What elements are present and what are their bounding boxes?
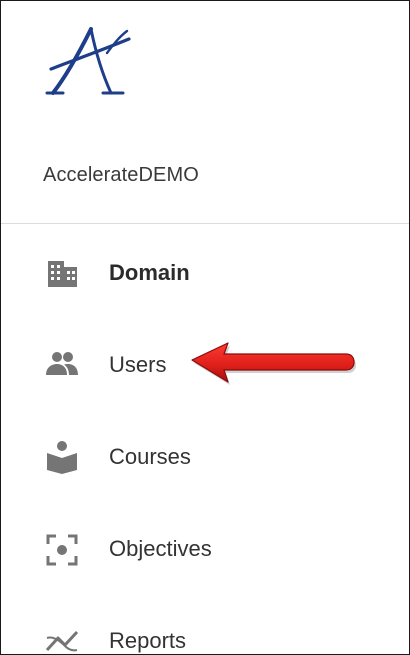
- people-icon: [45, 346, 79, 380]
- building-icon: [45, 256, 79, 290]
- center-focus-icon: [45, 533, 79, 567]
- book-reader-icon: [45, 440, 79, 474]
- sidebar-item-courses[interactable]: Courses: [1, 428, 409, 488]
- organization-name: AccelerateDEMO: [43, 164, 199, 186]
- sidebar-panel: AccelerateDEMO Domain Users Courses Obje…: [0, 0, 410, 655]
- sidebar-item-domain[interactable]: Domain: [1, 244, 409, 304]
- sidebar-item-label: Reports: [109, 628, 187, 653]
- sidebar-item-objectives[interactable]: Objectives: [1, 520, 409, 580]
- sidebar-item-reports[interactable]: Reports: [1, 612, 409, 654]
- accelerate-logo-icon[interactable]: [45, 23, 131, 99]
- trending-icon: [45, 622, 79, 654]
- sidebar-item-label: Objectives: [109, 536, 212, 561]
- sidebar-item-label: Domain: [109, 260, 190, 285]
- sidebar-item-label: Courses: [109, 444, 191, 469]
- sidebar-item-label: Users: [109, 352, 167, 377]
- red-arrow-icon: [188, 340, 356, 386]
- divider: [1, 223, 409, 224]
